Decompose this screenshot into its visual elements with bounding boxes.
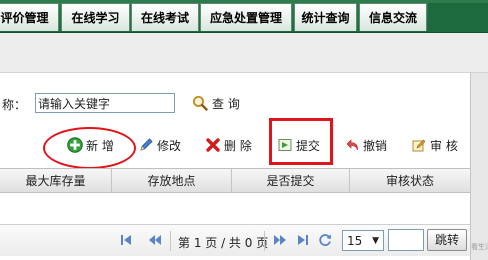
edit-label: 修改 [157, 138, 182, 153]
pagination-bar: 第 1 页 / 共 0 页 15 ▼ 跳转 [0, 224, 470, 256]
review-icon [412, 139, 426, 152]
revoke-button[interactable]: 撤销 [344, 135, 387, 155]
delete-icon [206, 138, 220, 152]
query-button[interactable]: 查 询 [192, 93, 240, 113]
nav-tab-info-exchange[interactable]: 信息交流 [359, 3, 427, 31]
nav-tab-label: 应急处置管理 [209, 11, 282, 25]
column-header[interactable]: 审核状态 [350, 169, 470, 193]
nav-tab-label: 信息交流 [368, 11, 417, 25]
goto-page-input[interactable] [388, 229, 424, 251]
table-header: 最大库存量 存放地点 是否提交 审核状态 [0, 168, 470, 193]
delete-label: 删 除 [224, 138, 252, 153]
prev-page-icon[interactable] [147, 233, 163, 247]
search-input[interactable] [35, 93, 175, 113]
query-label: 查 询 [212, 96, 240, 111]
revoke-label: 撤销 [363, 138, 388, 153]
pager-separator [170, 231, 171, 251]
faint-background-text: 看生活 [471, 243, 488, 251]
edit-icon [140, 138, 153, 151]
nav-filler [428, 3, 488, 31]
column-header[interactable]: 是否提交 [232, 169, 350, 193]
edit-button[interactable]: 修改 [138, 135, 181, 155]
last-page-icon[interactable] [296, 233, 310, 247]
search-icon [193, 96, 208, 111]
goto-button[interactable]: 跳转 [427, 229, 467, 251]
search-label: 称： [2, 98, 27, 112]
top-navigation: 评价管理 在线学习 在线考试 应急处置管理 统计查询 信息交流 [0, 0, 488, 33]
delete-button[interactable]: 删 除 [205, 135, 252, 155]
column-header[interactable]: 存放地点 [112, 169, 232, 193]
pager-separator [264, 231, 265, 251]
next-page-icon[interactable] [272, 233, 288, 247]
nav-tab-label: 在线学习 [71, 11, 120, 25]
annotation-oval [43, 127, 136, 169]
review-button[interactable]: 审 核 [411, 135, 458, 155]
nav-tab-label: 评价管理 [0, 11, 49, 25]
page-size-value: 15 [347, 233, 363, 248]
page-info: 第 1 页 / 共 0 页 [178, 236, 269, 250]
nav-tab-emergency-management[interactable]: 应急处置管理 [200, 3, 292, 31]
chevron-down-icon: ▼ [372, 235, 379, 246]
right-scroll-strip [470, 73, 488, 260]
nav-tab-label: 统计查询 [301, 11, 350, 25]
page-size-select[interactable]: 15 ▼ [342, 230, 384, 251]
refresh-icon[interactable] [318, 233, 332, 247]
review-label: 审 核 [430, 138, 458, 153]
first-page-icon[interactable] [119, 233, 133, 247]
revoke-icon [346, 139, 358, 151]
nav-tab-online-learning[interactable]: 在线学习 [61, 3, 130, 31]
table-body [0, 194, 470, 222]
app-root: 评价管理 在线学习 在线考试 应急处置管理 统计查询 信息交流 称： 查 询 新… [0, 0, 488, 260]
nav-tab-statistics-query[interactable]: 统计查询 [294, 3, 357, 31]
annotation-rectangle [269, 118, 333, 165]
nav-tab-label: 在线考试 [140, 11, 189, 25]
nav-tab-evaluation[interactable]: 评价管理 [0, 3, 59, 31]
header-band [0, 33, 488, 73]
column-header[interactable]: 最大库存量 [0, 169, 112, 193]
nav-tab-online-exam[interactable]: 在线考试 [131, 3, 199, 31]
